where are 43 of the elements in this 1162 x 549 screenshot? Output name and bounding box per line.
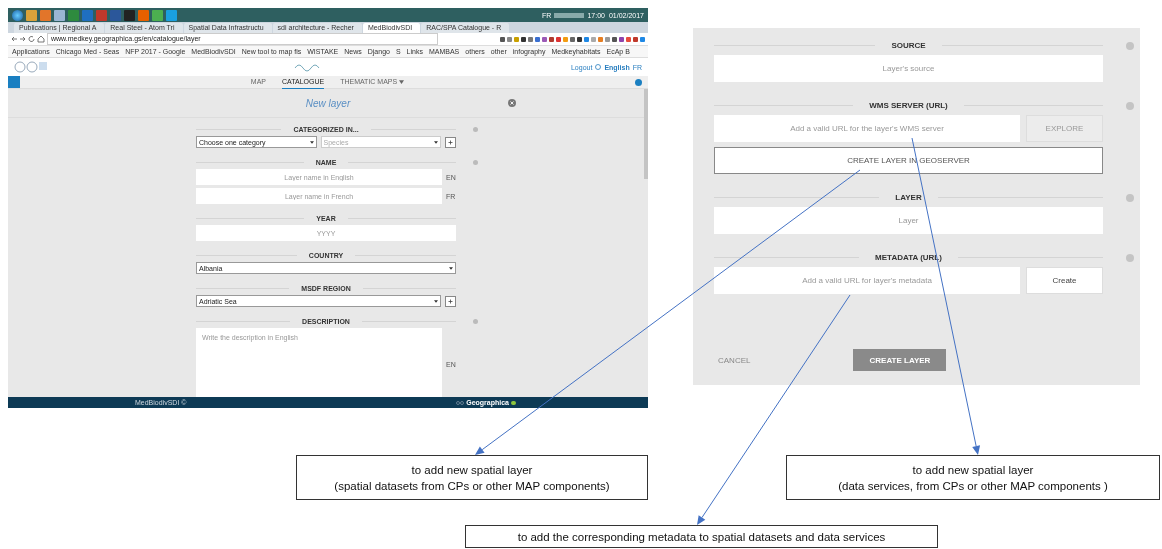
caret-icon <box>309 140 314 144</box>
app-icon[interactable] <box>138 9 149 21</box>
caret-icon <box>434 299 438 303</box>
caret-icon <box>434 140 438 144</box>
text-field[interactable]: Layer <box>714 207 1103 234</box>
text-field[interactable]: Add a valid URL for the layer's WMS server <box>714 115 1020 142</box>
section-label: SOURCE <box>890 41 927 50</box>
plus-icon <box>448 139 453 145</box>
form-button[interactable]: CREATE LAYER IN GEOSERVER <box>714 147 1103 174</box>
section-label: METADATA (URL) <box>874 253 943 262</box>
caret-icon <box>449 266 453 270</box>
callout-text: (data services, from CPs or other MAP components ) <box>838 478 1108 494</box>
app-icon[interactable] <box>68 9 79 21</box>
text-field[interactable]: Add a valid URL for layer's metadata <box>714 267 1020 294</box>
callout-text: (spatial datasets from CPs or other MAP components) <box>334 478 610 494</box>
help-icon[interactable] <box>635 78 642 86</box>
app-icon[interactable] <box>124 9 135 21</box>
app-icon[interactable] <box>54 9 65 21</box>
app-icon[interactable] <box>26 9 37 21</box>
callout-text: to add new spatial layer <box>912 462 1034 478</box>
logo-icon <box>14 60 48 74</box>
start-button[interactable] <box>12 9 23 21</box>
navigation-icons[interactable] <box>11 35 45 43</box>
app-icon[interactable] <box>166 9 177 21</box>
status-icon <box>511 400 516 405</box>
caret-icon <box>399 80 405 84</box>
add-button[interactable] <box>445 136 456 148</box>
add-button[interactable] <box>445 295 456 307</box>
scrollbar[interactable] <box>644 89 648 179</box>
tray-icons <box>554 12 585 18</box>
callout-text: to add the corresponding metadata to spatial datasets and data services <box>517 529 886 545</box>
callout-text: to add new spatial layer <box>411 462 533 478</box>
logo-icon <box>456 400 465 405</box>
plus-icon <box>448 298 453 304</box>
globe-icon <box>595 64 602 70</box>
text-field[interactable]: Layer's source <box>714 55 1103 82</box>
app-icon[interactable] <box>152 9 163 21</box>
close-icon[interactable] <box>508 99 516 107</box>
app-icon[interactable] <box>40 9 51 21</box>
page-title: New layer <box>305 97 351 109</box>
section-label: WMS SERVER (URL) <box>868 101 949 110</box>
form-button[interactable]: Create <box>1026 267 1103 294</box>
section-label: LAYER <box>894 193 923 202</box>
